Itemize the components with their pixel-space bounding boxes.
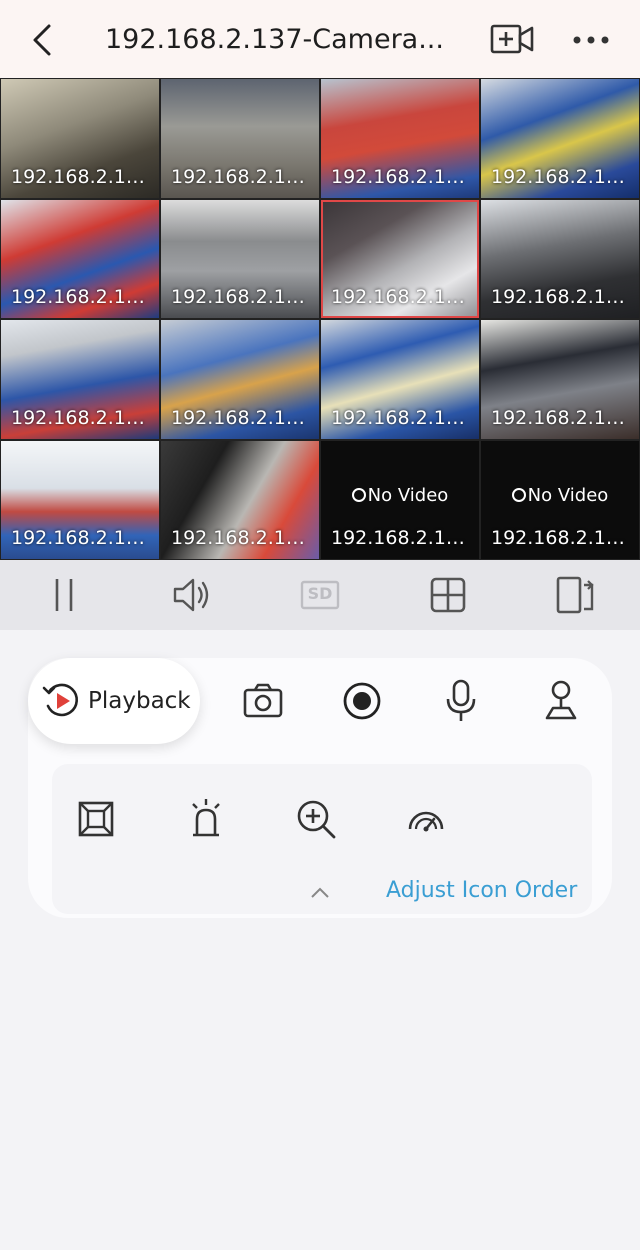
chevron-up-icon	[311, 887, 329, 898]
camera-tile[interactable]: 192.168.2.13...	[321, 79, 479, 198]
pause-icon	[55, 579, 73, 611]
camera-label: 192.168.2.13...	[171, 527, 313, 549]
add-camera-button[interactable]	[489, 20, 535, 60]
record-button[interactable]	[337, 676, 387, 726]
camera-label: 192.168.2.13...	[171, 406, 313, 429]
ptz-icon	[545, 680, 577, 720]
camera-tile-selected[interactable]: 192.168.2.13...	[321, 199, 479, 318]
quality-label: SD	[307, 584, 333, 603]
speedometer-icon	[408, 811, 444, 832]
camera-tile[interactable]: 192.168.2.13...	[1, 320, 159, 439]
camera-label: 192.168.2.13...	[171, 165, 313, 188]
camera-label: 192.168.2.13...	[331, 165, 473, 188]
quality-button[interactable]: SD	[295, 572, 345, 618]
snapshot-button[interactable]	[238, 676, 288, 726]
camera-label: 192.168.2.13...	[491, 286, 633, 308]
camera-tile[interactable]: 192.168.2.13...	[161, 320, 319, 439]
chevron-left-icon	[33, 24, 51, 56]
no-video-text: No Video	[367, 484, 449, 506]
page-title: 192.168.2.137-Camera...	[105, 24, 444, 55]
speed-button[interactable]	[401, 794, 451, 844]
no-video-text: No Video	[527, 484, 609, 506]
more-dots-icon	[573, 36, 609, 44]
microphone-icon	[446, 679, 476, 721]
rotate-screen-button[interactable]	[551, 572, 601, 618]
zoom-in-icon	[297, 800, 336, 839]
fisheye-button[interactable]	[71, 794, 121, 844]
alarm-button[interactable]	[181, 794, 231, 844]
zoom-button[interactable]	[291, 794, 341, 844]
no-video-icon	[351, 487, 366, 502]
camera-label: 192.168.2.13...	[331, 527, 473, 549]
playback-button[interactable]: Playback	[28, 658, 200, 744]
control-bar: SD	[0, 560, 640, 630]
camera-label: 192.168.2.13...	[11, 165, 153, 188]
no-video-message: No Video	[321, 485, 479, 506]
camera-tile[interactable]: 192.168.2.13...	[481, 79, 639, 198]
top-bar: 192.168.2.137-Camera...	[0, 0, 640, 78]
camera-label: 192.168.2.13...	[331, 406, 473, 429]
camera-label: 192.168.2.13...	[491, 527, 633, 549]
no-video-message: No Video	[481, 485, 639, 506]
camera-tile[interactable]: 192.168.2.13...	[161, 440, 319, 559]
collapse-button[interactable]	[307, 880, 333, 906]
camera-label: 192.168.2.13...	[171, 286, 313, 308]
camera-icon	[243, 683, 283, 718]
camera-label: 192.168.2.13...	[491, 406, 633, 429]
camera-label: 192.168.2.13...	[11, 406, 153, 429]
video-add-icon	[490, 24, 534, 54]
adjust-icon-order-link[interactable]: Adjust Icon Order	[386, 878, 577, 903]
record-icon	[343, 682, 381, 720]
layout-button[interactable]	[423, 572, 473, 618]
camera-label: 192.168.2.13...	[11, 286, 153, 308]
talk-button[interactable]	[436, 676, 486, 726]
no-video-icon	[511, 487, 526, 502]
camera-label: 192.168.2.13...	[331, 286, 473, 308]
alarm-light-icon	[192, 799, 220, 837]
camera-tile[interactable]: 192.168.2.13...	[1, 199, 159, 318]
more-button[interactable]	[568, 20, 614, 60]
camera-tile-no-video[interactable]: No Video 192.168.2.13...	[321, 440, 479, 559]
camera-tile[interactable]: 192.168.2.13...	[481, 199, 639, 318]
camera-label: 192.168.2.13...	[11, 527, 153, 549]
screen-rotate-icon	[556, 576, 594, 614]
camera-tile[interactable]: 192.168.2.13...	[1, 79, 159, 198]
camera-tile-no-video[interactable]: No Video 192.168.2.13...	[481, 440, 639, 559]
playback-label: Playback	[88, 688, 191, 714]
speaker-icon	[173, 578, 209, 612]
camera-label: 192.168.2.13...	[491, 165, 633, 188]
playback-icon	[42, 683, 79, 717]
back-button[interactable]	[24, 20, 64, 60]
camera-tile[interactable]: 192.168.2.13...	[321, 320, 479, 439]
pause-button[interactable]	[39, 572, 89, 618]
grid-layout-icon	[430, 577, 466, 613]
camera-tile[interactable]: 192.168.2.13...	[481, 320, 639, 439]
camera-grid: 192.168.2.13... 192.168.2.13... 192.168.…	[0, 78, 640, 560]
camera-tile[interactable]: 192.168.2.13...	[161, 79, 319, 198]
camera-tile[interactable]: 192.168.2.13...	[1, 440, 159, 559]
ptz-button[interactable]	[536, 676, 586, 726]
fisheye-icon	[78, 801, 114, 837]
camera-tile[interactable]: 192.168.2.13...	[161, 199, 319, 318]
audio-button[interactable]	[167, 572, 217, 618]
